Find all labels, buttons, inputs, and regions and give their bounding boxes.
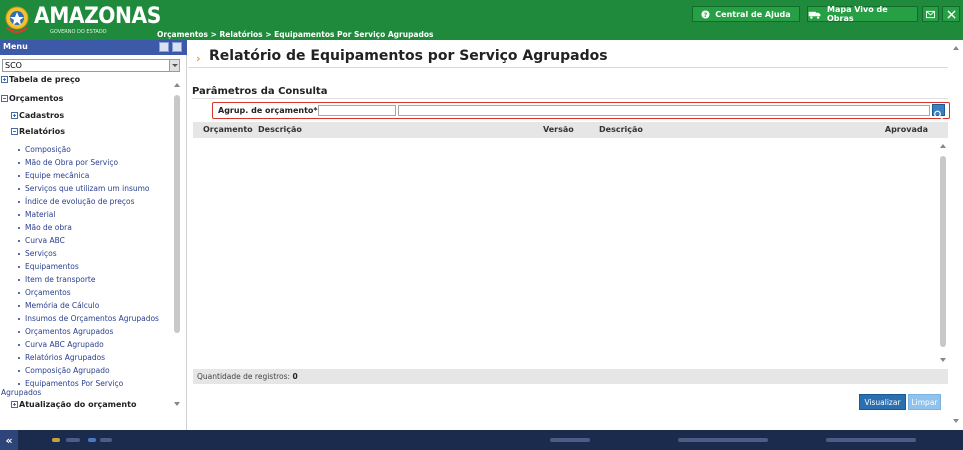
report-link[interactable]: Item de transporte [18, 275, 96, 284]
report-link[interactable]: Serviços que utilizam um insumo [18, 184, 150, 193]
records-label: Quantidade de registros: [197, 372, 291, 381]
tree-item-atualizacao[interactable]: Atualização do orçamento [11, 400, 136, 409]
coat-of-arms-icon [5, 6, 29, 33]
report-link[interactable]: Índice de evolução de preços [18, 197, 135, 206]
budget-group-description-input[interactable] [398, 105, 930, 116]
sidebar-scrollbar[interactable] [174, 95, 180, 333]
tree-item-cadastros[interactable]: Cadastros [11, 111, 64, 120]
expand-icon [11, 401, 18, 408]
budget-group-code-input[interactable] [318, 105, 396, 116]
report-link[interactable]: Mão de Obra por Serviço [17, 158, 118, 167]
report-link[interactable]: Material [17, 210, 55, 219]
messages-button[interactable] [922, 6, 939, 22]
report-link[interactable]: Composição Agrupado [18, 366, 110, 375]
status-blurred [826, 438, 916, 442]
column-header-descricao-versao[interactable]: Descrição [599, 125, 643, 134]
report-link[interactable]: Relatórios Agrupados [17, 353, 105, 362]
collapse-icon [1, 95, 8, 102]
column-header-versao[interactable]: Versão [543, 125, 574, 134]
report-link-active-wrap[interactable]: Agrupados [1, 388, 41, 397]
report-link[interactable]: Equipe mecânica [17, 171, 89, 180]
records-count: 0 [292, 372, 298, 381]
report-link-active[interactable]: Equipamentos Por Serviço [17, 379, 123, 388]
close-icon [946, 9, 956, 19]
map-button[interactable]: Mapa Vivo de Obras [807, 5, 918, 23]
sidebar-scroll-down-icon[interactable] [174, 402, 180, 406]
question-icon: ? [701, 9, 710, 19]
results-table-footer: Quantidade de registros: 0 [193, 369, 948, 384]
status-icon [52, 438, 60, 442]
report-link[interactable]: Curva ABC Agrupado [18, 340, 104, 349]
tree-item-orcamentos[interactable]: Orçamentos [1, 94, 63, 103]
parameter-row: Agrup. de orçamento*: [212, 102, 950, 120]
chevron-right-icon: › [196, 52, 201, 65]
search-button[interactable] [932, 104, 945, 120]
collapse-menu-icon[interactable] [159, 42, 169, 52]
page-header: › Relatório de Equipamentos por Serviço … [188, 46, 948, 68]
menu-bar: Menu [0, 40, 187, 55]
report-link[interactable]: Composição [18, 145, 71, 154]
page-title: Relatório de Equipamentos por Serviço Ag… [209, 48, 608, 64]
mail-icon [926, 10, 935, 18]
breadcrumb: Orçamentos > Relatórios > Equipamentos P… [157, 30, 434, 39]
report-link[interactable]: Insumos de Orçamentos Agrupados [18, 314, 159, 323]
logo-subtitle: GOVERNO DO ESTADO [50, 28, 107, 35]
main-content: › Relatório de Equipamentos por Serviço … [188, 40, 963, 430]
table-scrollbar[interactable] [940, 156, 946, 347]
collapse-sidebar-button[interactable]: « [0, 430, 18, 450]
svg-text:?: ? [704, 12, 708, 19]
column-header-aprovada[interactable]: Aprovada [885, 125, 928, 134]
limpar-button[interactable]: Limpar [908, 394, 941, 410]
system-select[interactable]: SCO [2, 59, 180, 72]
section-divider [192, 98, 948, 99]
report-link[interactable]: Orçamentos [18, 288, 71, 297]
report-link[interactable]: Curva ABC [18, 236, 65, 245]
column-header-descricao[interactable]: Descrição [258, 125, 302, 134]
results-table-header: Orçamento Descrição Versão Descrição Apr… [193, 122, 948, 138]
report-link[interactable]: Equipamentos [18, 262, 79, 271]
status-bar: « [0, 430, 963, 450]
status-blurred [678, 438, 768, 442]
records-count-text: Quantidade de registros: 0 [197, 372, 298, 381]
column-header-orcamento[interactable]: Orçamento [203, 125, 253, 134]
status-blurred [550, 438, 590, 442]
table-scroll-down-icon[interactable] [940, 358, 946, 362]
search-icon [934, 110, 943, 120]
help-center-button[interactable]: ? Central de Ajuda [692, 6, 800, 22]
status-blurred [100, 438, 112, 442]
visualizar-button[interactable]: Visualizar [859, 394, 906, 410]
section-title: Parâmetros da Consulta [192, 86, 328, 97]
amazonas-logo[interactable]: AMAZONAS GOVERNO DO ESTADO [4, 2, 172, 38]
param-label: Agrup. de orçamento*: [218, 106, 321, 115]
collapse-icon [11, 128, 18, 135]
help-center-label: Central de Ajuda [715, 9, 791, 19]
system-select-value: SCO [5, 61, 22, 70]
results-table-body [193, 138, 948, 369]
close-button[interactable] [942, 6, 960, 22]
expand-menu-icon[interactable] [172, 42, 182, 52]
sidebar: Menu SCO Tabela de preço Orçamentos Cada… [0, 40, 187, 430]
report-link[interactable]: Mão de obra [18, 223, 72, 232]
report-link[interactable]: Memória de Cálculo [17, 301, 99, 310]
report-link[interactable]: Serviços [18, 249, 57, 258]
map-label: Mapa Vivo de Obras [826, 5, 888, 23]
page-scroll-down-icon[interactable] [953, 419, 959, 423]
page-scroll-up-icon[interactable] [953, 46, 959, 50]
chevron-down-icon [169, 60, 179, 71]
sidebar-scroll-up-icon[interactable] [174, 83, 180, 87]
menu-label: Menu [3, 42, 28, 51]
truck-icon [808, 11, 821, 19]
expand-icon [11, 112, 18, 119]
status-blurred [66, 438, 80, 442]
top-header: AMAZONAS GOVERNO DO ESTADO Orçamentos > … [0, 0, 963, 40]
logo-title: AMAZONAS [34, 3, 161, 29]
table-scroll-up-icon[interactable] [940, 144, 946, 148]
report-link[interactable]: Orçamentos Agrupados [17, 327, 113, 336]
tree-item-tabela[interactable]: Tabela de preço [1, 75, 80, 84]
tree-item-relatorios[interactable]: Relatórios [11, 127, 65, 136]
expand-icon [1, 76, 8, 83]
app-window: AMAZONAS GOVERNO DO ESTADO Orçamentos > … [0, 0, 963, 450]
status-icon [88, 438, 96, 442]
